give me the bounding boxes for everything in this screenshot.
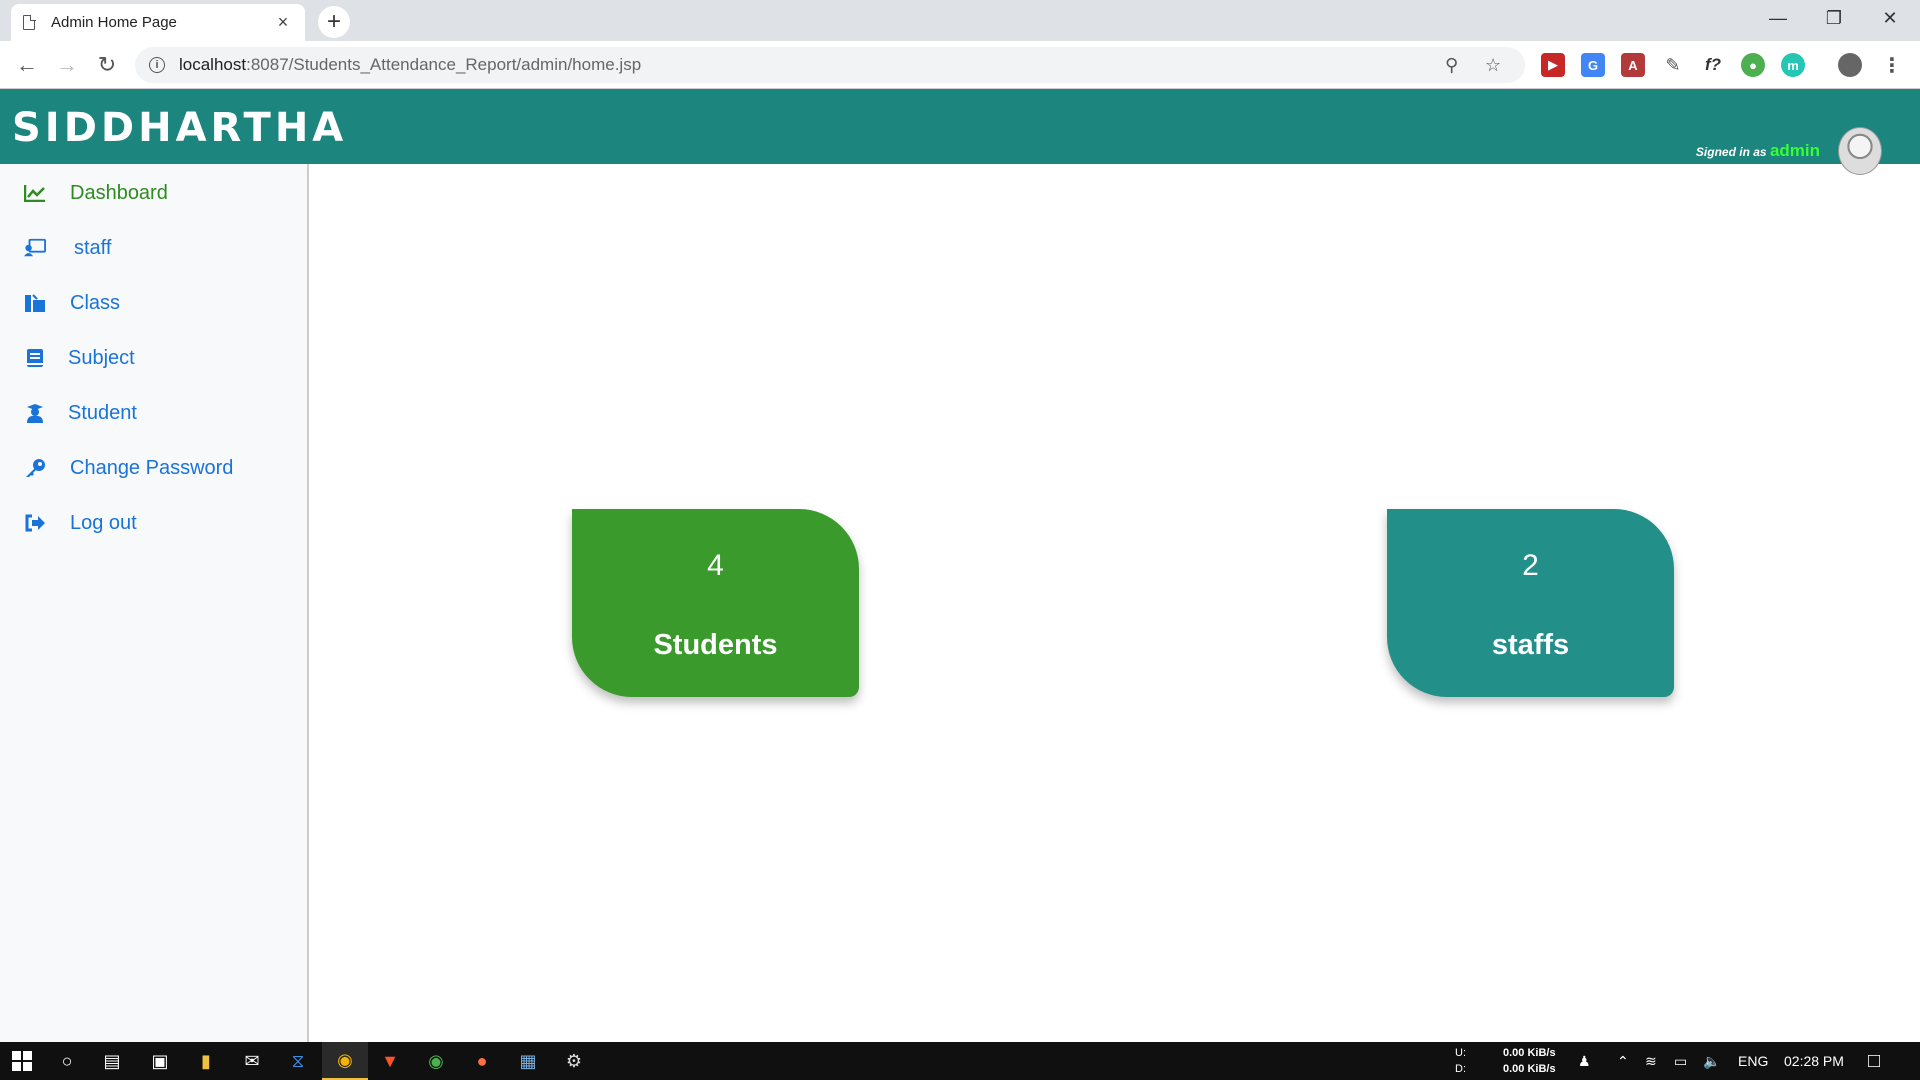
- cortana-search-icon[interactable]: ○: [53, 1047, 81, 1075]
- forward-icon[interactable]: →: [51, 49, 83, 81]
- star-icon[interactable]: ☆: [1485, 47, 1501, 83]
- net-labels: U: D:: [1455, 1042, 1466, 1080]
- notifications-icon[interactable]: □: [1868, 1042, 1880, 1080]
- sidebar-item-subject[interactable]: Subject: [0, 336, 307, 380]
- net-down-speed: 0.00 KiB/s: [1503, 1063, 1556, 1075]
- app-header: SIDDHARTHA Signed in as admin: [0, 89, 1920, 175]
- wifi-icon[interactable]: ≋: [1645, 1042, 1657, 1080]
- pdf-icon[interactable]: A: [1621, 53, 1645, 77]
- avatar[interactable]: [1838, 127, 1882, 175]
- net-up-speed: 0.00 KiB/s: [1503, 1047, 1556, 1059]
- tab-title: Admin Home Page: [51, 14, 177, 31]
- eyedropper-icon[interactable]: ✎: [1661, 53, 1685, 77]
- vscode-icon[interactable]: ⧖: [284, 1047, 312, 1075]
- volume-icon[interactable]: 🔈: [1703, 1042, 1720, 1080]
- url-host: localhost: [179, 55, 247, 74]
- windows-start-icon[interactable]: [8, 1047, 36, 1075]
- extension-icon[interactable]: ▶: [1541, 53, 1565, 77]
- globe-icon[interactable]: ●: [1741, 53, 1765, 77]
- back-icon[interactable]: ←: [11, 49, 43, 81]
- students-label: Students: [653, 629, 778, 661]
- book-icon: [24, 347, 46, 369]
- windows-taskbar: ○ ▤ ▣ ▮ ✉ ⧖ ◉ ▼ ◉ ● ▦ ⚙ U: D: 0.00 KiB/s…: [0, 1042, 1920, 1080]
- url-path: :8087/Students_Attendance_Report/admin/h…: [246, 55, 642, 74]
- file-explorer-icon[interactable]: ▮: [192, 1047, 220, 1075]
- minimize-icon[interactable]: —: [1750, 0, 1806, 36]
- address-bar[interactable]: i localhost:8087/Students_Attendance_Rep…: [135, 47, 1525, 83]
- username: admin: [1769, 141, 1820, 160]
- sidebar-item-label: Log out: [70, 511, 137, 534]
- sidebar-item-label: staff: [74, 236, 112, 259]
- students-count-card[interactable]: 4 Students: [572, 509, 859, 697]
- brand-title: SIDDHARTHA: [12, 105, 348, 151]
- staffs-count: 2: [1522, 549, 1539, 582]
- sidebar-item-class[interactable]: Class: [0, 281, 307, 325]
- sidebar: Dashboard staff Class Subject Student Ch…: [0, 164, 309, 1042]
- sidebar-item-log-out[interactable]: Log out: [0, 501, 307, 545]
- brave-icon[interactable]: ▼: [376, 1047, 404, 1075]
- net-up-label: U:: [1455, 1047, 1466, 1059]
- reload-icon[interactable]: ↻: [91, 49, 123, 81]
- mail-icon[interactable]: ✉: [238, 1047, 266, 1075]
- signed-in-text: Signed in as admin: [1696, 141, 1820, 161]
- close-icon[interactable]: ✕: [1862, 0, 1918, 36]
- browser-toolbar: ← → ↻ i localhost:8087/Students_Attendan…: [0, 41, 1920, 89]
- extension-m-icon[interactable]: m: [1781, 53, 1805, 77]
- sidebar-item-student[interactable]: Student: [0, 391, 307, 435]
- battery-icon[interactable]: ▭: [1674, 1042, 1687, 1080]
- app-icon[interactable]: ◉: [422, 1047, 450, 1075]
- net-speeds: 0.00 KiB/s 0.00 KiB/s: [1503, 1042, 1556, 1080]
- chevron-up-icon[interactable]: ⌃: [1617, 1042, 1629, 1080]
- sidebar-item-label: Subject: [68, 346, 135, 369]
- signed-in-prefix: Signed in as: [1695, 145, 1770, 159]
- profile-avatar[interactable]: [1838, 53, 1862, 77]
- staffs-count-card[interactable]: 2 staffs: [1387, 509, 1674, 697]
- net-down-label: D:: [1455, 1063, 1466, 1075]
- restore-icon[interactable]: ❐: [1806, 0, 1862, 36]
- store-icon[interactable]: ▣: [146, 1047, 174, 1075]
- translate-icon[interactable]: G: [1581, 53, 1605, 77]
- sidebar-item-label: Dashboard: [70, 181, 168, 204]
- people-icon[interactable]: ♟: [1578, 1042, 1591, 1080]
- user-graduate-icon: [24, 402, 46, 424]
- document-icon: [23, 14, 36, 30]
- sidebar-item-dashboard[interactable]: Dashboard: [0, 171, 307, 215]
- settings-app-icon[interactable]: ⚙: [560, 1047, 588, 1075]
- site-info-icon[interactable]: i: [149, 57, 165, 73]
- formula-icon[interactable]: f?: [1701, 53, 1725, 77]
- sign-out-icon: [24, 512, 46, 534]
- new-tab-button[interactable]: +: [318, 6, 350, 38]
- chrome-icon[interactable]: ◉: [322, 1042, 368, 1080]
- netbeans-icon[interactable]: ▦: [514, 1047, 542, 1075]
- browser-tab[interactable]: Admin Home Page ×: [11, 4, 305, 41]
- staffs-label: staffs: [1491, 629, 1570, 661]
- tab-close-icon[interactable]: ×: [273, 12, 293, 33]
- browser-tabstrip: Admin Home Page × + — ❐ ✕: [0, 0, 1920, 41]
- task-view-icon[interactable]: ▤: [98, 1047, 126, 1075]
- students-count: 4: [707, 549, 724, 582]
- postman-icon[interactable]: ●: [468, 1047, 496, 1075]
- menu-icon[interactable]: ⋮: [1880, 53, 1904, 77]
- sidebar-item-change-password[interactable]: Change Password: [0, 446, 307, 490]
- chart-line-icon: [24, 182, 46, 204]
- clock[interactable]: 02:28 PM: [1784, 1042, 1844, 1080]
- key-icon[interactable]: ⚲: [1445, 47, 1458, 83]
- school-icon: [24, 292, 46, 314]
- key-icon: [24, 457, 46, 479]
- sidebar-item-label: Student: [68, 401, 137, 424]
- sidebar-item-label: Class: [70, 291, 121, 314]
- sidebar-item-staff[interactable]: staff: [0, 226, 307, 270]
- language-indicator[interactable]: ENG: [1738, 1042, 1768, 1080]
- chalkboard-teacher-icon: [24, 237, 46, 259]
- sidebar-item-label: Change Password: [70, 456, 234, 479]
